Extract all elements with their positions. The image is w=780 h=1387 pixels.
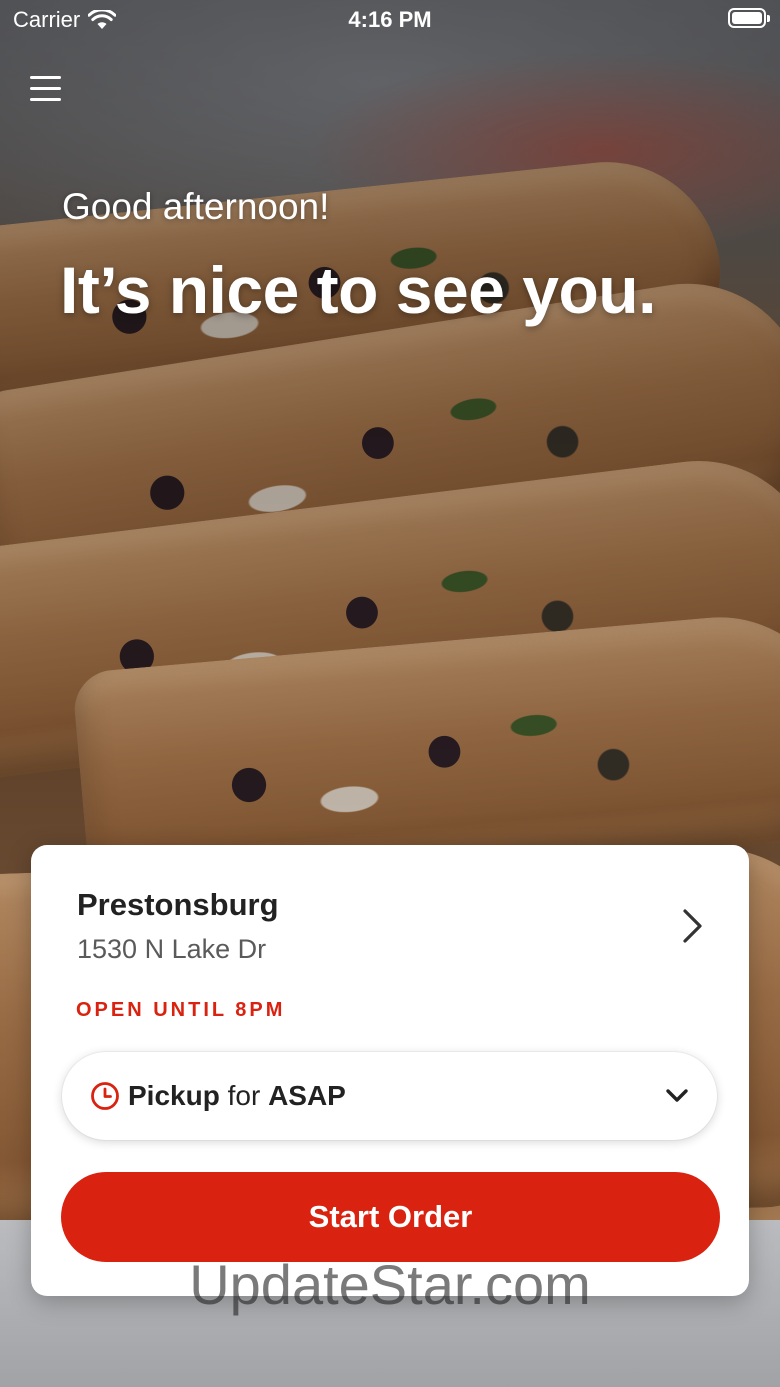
location-card: Prestonsburg 1530 N Lake Dr OPEN UNTIL 8… — [31, 845, 749, 1296]
clock-time: 4:16 PM — [348, 7, 432, 32]
location-address: 1530 N Lake Dr — [77, 934, 267, 964]
order-mode-time: ASAP — [268, 1080, 346, 1111]
menu-line — [30, 87, 61, 90]
battery-icon — [728, 8, 770, 28]
order-mode-dropdown[interactable]: Pickup for ASAP — [62, 1052, 717, 1140]
chevron-right-icon — [683, 909, 702, 943]
hamburger-menu-icon[interactable] — [30, 74, 62, 104]
start-order-button[interactable]: Start Order — [61, 1172, 720, 1262]
hours-status: OPEN UNTIL 8PM — [76, 999, 286, 1021]
menu-line — [30, 98, 61, 101]
order-mode-text: Pickup for ASAP — [128, 1080, 346, 1112]
clock-icon — [91, 1082, 119, 1110]
order-mode-connector: for — [227, 1080, 261, 1111]
order-mode-type: Pickup — [128, 1080, 220, 1111]
welcome-headline: It’s nice to see you. — [60, 253, 656, 327]
location-selector[interactable]: Prestonsburg 1530 N Lake Dr — [31, 845, 749, 985]
greeting-text: Good afternoon! — [62, 186, 330, 227]
location-name: Prestonsburg — [77, 887, 279, 922]
status-bar: Carrier 4:16 PM — [0, 0, 780, 40]
chevron-down-icon — [666, 1089, 688, 1102]
menu-line — [30, 76, 61, 79]
